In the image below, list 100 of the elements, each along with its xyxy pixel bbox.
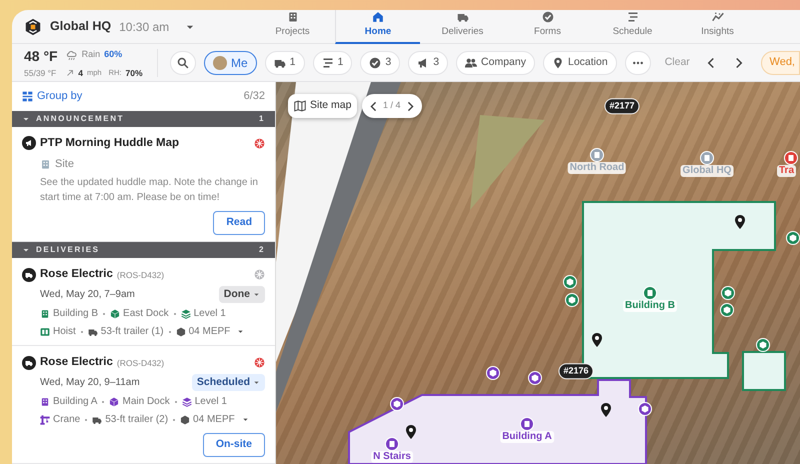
- people-icon: [465, 56, 478, 68]
- checkmark-badge-icon: [369, 56, 382, 68]
- vehicle-tag[interactable]: #2176: [558, 363, 594, 379]
- tag-label: Building B: [53, 307, 98, 322]
- avatar-icon: [213, 56, 227, 70]
- site-map-button[interactable]: Site map: [288, 94, 358, 118]
- map-place-label: North Road: [568, 162, 626, 174]
- search-icon: [177, 56, 189, 68]
- wind-arrow-icon: [66, 69, 74, 77]
- page-indicator: 1 / 4: [383, 99, 401, 112]
- rain-cloud-icon: [66, 48, 78, 61]
- nav-tab[interactable]: Projects: [250, 10, 335, 44]
- map-pin-icon: [589, 332, 605, 348]
- map-place-label: Building A: [500, 431, 554, 443]
- nav-tab[interactable]: Deliveries: [420, 10, 505, 44]
- tag-label: East Dock: [123, 307, 169, 322]
- map-marker-icon[interactable]: [390, 397, 404, 411]
- map-marker-icon[interactable]: [786, 231, 800, 245]
- person-filter-chip[interactable]: Me: [204, 50, 257, 74]
- tag-label: Crane: [53, 413, 80, 428]
- map-marker-icon[interactable]: [563, 275, 577, 289]
- scope-label: Site: [55, 156, 74, 172]
- location-filter-chip[interactable]: Location: [543, 50, 617, 74]
- announcement-text: See the updated huddle map. Note the change in start time at 7:00 am. Please be on time!: [40, 176, 259, 205]
- section-header[interactable]: ANNOUNCEMENT 1: [12, 110, 275, 127]
- previous-map-button[interactable]: [368, 100, 379, 112]
- map-marker-icon[interactable]: [756, 338, 770, 352]
- map-place-label: N Stairs: [371, 451, 413, 463]
- wind-speed: 4: [78, 66, 83, 80]
- truck-icon: [456, 11, 468, 24]
- truck-icon: [22, 356, 36, 370]
- item-title: PTP Morning Huddle Map: [40, 136, 180, 151]
- humidity: 70%: [125, 66, 142, 80]
- map-pin-icon: [403, 424, 419, 440]
- chevron-left-icon: [368, 100, 379, 112]
- tag-label: Hoist: [53, 325, 76, 340]
- map-place-label: Building B: [623, 300, 677, 312]
- delivery-filter-chip[interactable]: 1: [264, 50, 305, 74]
- search-button[interactable]: [170, 50, 196, 74]
- schedule-filter-chip[interactable]: 1: [312, 50, 352, 74]
- announcement-filter-chip[interactable]: 3: [408, 50, 448, 74]
- map-marker-icon[interactable]: [565, 293, 579, 307]
- caret-icon: [22, 246, 30, 254]
- temperature-range: 55/39 °F: [24, 66, 56, 80]
- item-title: Rose Electric: [40, 267, 113, 282]
- tag-label: 53-ft trailer (1): [100, 325, 164, 340]
- place-marker-icon[interactable]: [784, 151, 798, 165]
- map-marker-icon[interactable]: [638, 402, 652, 416]
- item-code: (ROS-D432): [116, 356, 164, 370]
- org-name: Global HQ: [50, 18, 112, 36]
- map-pin-icon: [598, 402, 614, 418]
- map-marker-icon[interactable]: [528, 371, 542, 385]
- precip-chance: 60%: [104, 48, 122, 61]
- tag-label: Level 1: [194, 307, 226, 322]
- tag-label: 04 MEPF: [193, 413, 235, 428]
- status-dropdown[interactable]: Scheduled: [192, 374, 265, 392]
- nav-tab[interactable]: Insights: [675, 10, 760, 44]
- company-filter-chip[interactable]: Company: [456, 50, 535, 74]
- tag-label: 53-ft trailer (2): [105, 413, 168, 428]
- read-button[interactable]: Read: [213, 211, 265, 236]
- caret-icon: [253, 378, 260, 386]
- tag-label: 04 MEPF: [188, 325, 230, 340]
- item-title: Rose Electric: [40, 355, 113, 370]
- lines-icon: [626, 11, 638, 24]
- group-by-button[interactable]: Group by: [22, 88, 82, 104]
- place-marker-icon[interactable]: [590, 148, 604, 162]
- section-count: 1: [258, 112, 265, 125]
- truck-icon: [22, 268, 36, 282]
- logo-icon: [24, 18, 42, 36]
- trend-icon: [712, 11, 724, 24]
- section-count: 2: [258, 244, 265, 256]
- caret-icon: [242, 416, 249, 424]
- map-marker-icon[interactable]: [486, 366, 500, 380]
- place-marker-icon[interactable]: [700, 151, 714, 165]
- delivery-time: Wed, May 20, 7–9am: [40, 288, 135, 302]
- expand-tags-button[interactable]: [237, 328, 244, 336]
- location-pin-icon: [552, 56, 564, 68]
- on-site-button[interactable]: On-site: [202, 433, 265, 457]
- item-count: 6/32: [244, 89, 265, 104]
- temperature: 48 °F: [24, 46, 58, 66]
- delivery-time: Wed, May 20, 9–11am: [40, 376, 140, 390]
- forms-filter-chip[interactable]: 3: [360, 50, 400, 74]
- caret-icon: [237, 328, 244, 336]
- tag-label: Building A: [53, 395, 98, 410]
- nav-tab[interactable]: Schedule: [590, 10, 675, 44]
- lines-icon: [322, 56, 334, 68]
- map-marker-icon[interactable]: [720, 303, 734, 317]
- map-marker-icon[interactable]: [721, 286, 735, 300]
- section-header[interactable]: DELIVERIES 2: [12, 242, 275, 258]
- vehicle-tag[interactable]: #2177: [604, 98, 640, 114]
- building-outline: [742, 351, 786, 391]
- status-dropdown[interactable]: Done: [218, 286, 265, 304]
- map-place-label: Global HQ: [680, 165, 734, 177]
- map-icon: [294, 100, 306, 112]
- nav-tab[interactable]: Home: [335, 10, 420, 44]
- nav-tab[interactable]: Forms: [505, 10, 590, 44]
- megaphone-icon: [22, 136, 36, 150]
- expand-tags-button[interactable]: [242, 416, 249, 424]
- time-label: 10:30 am: [119, 18, 170, 36]
- caret-icon: [253, 290, 260, 298]
